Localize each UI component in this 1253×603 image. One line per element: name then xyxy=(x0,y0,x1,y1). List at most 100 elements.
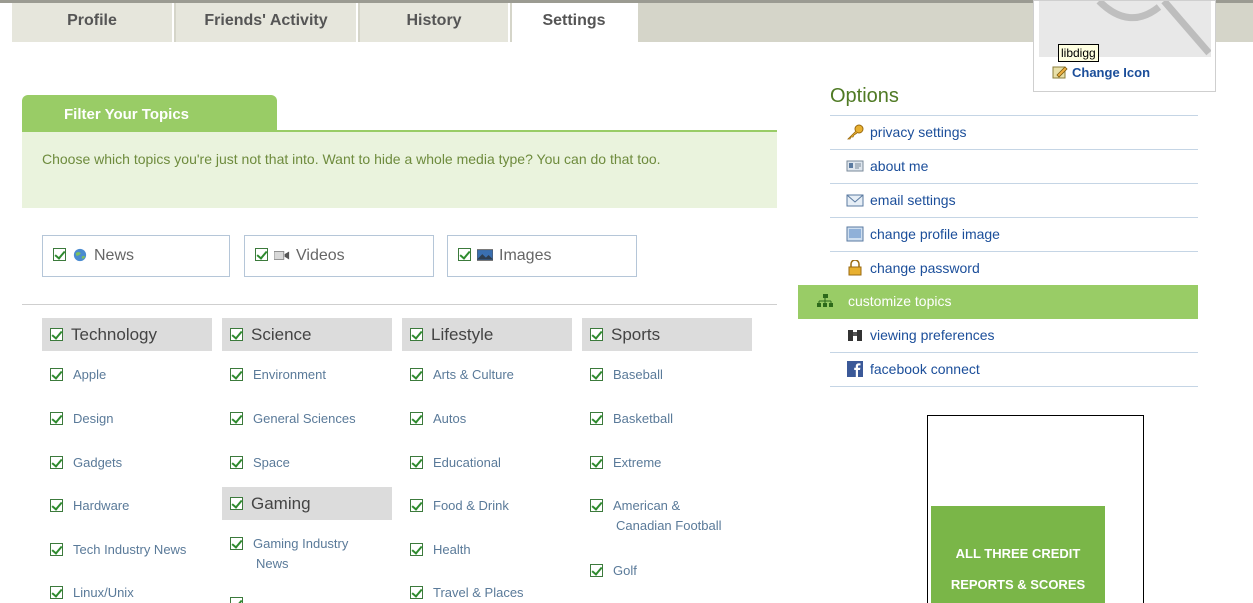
id-card-icon xyxy=(846,160,864,172)
topic-checkbox[interactable] xyxy=(50,499,63,512)
topic-checkbox[interactable] xyxy=(50,586,63,599)
tab-friends-activity[interactable]: Friends' Activity xyxy=(176,3,358,42)
gaming-checkbox[interactable] xyxy=(230,497,243,510)
topic-extreme[interactable]: Extreme xyxy=(590,453,661,473)
topic-checkbox[interactable] xyxy=(410,456,423,469)
option-label: facebook connect xyxy=(870,361,980,377)
topic-health[interactable]: Health xyxy=(410,540,471,560)
topic-partial[interactable] xyxy=(230,594,253,603)
media-type-news[interactable]: News xyxy=(42,235,230,277)
option-email-settings[interactable]: email settings xyxy=(830,183,1198,217)
topic-checkbox[interactable] xyxy=(590,412,603,425)
topic-checkbox[interactable] xyxy=(50,412,63,425)
topic-label: Linux/Unix xyxy=(73,585,134,600)
media-type-images[interactable]: Images xyxy=(447,235,637,277)
image-icon xyxy=(477,249,493,261)
images-checkbox[interactable] xyxy=(458,248,471,261)
tab-bar-left-gap xyxy=(0,3,12,42)
topic-food-drink[interactable]: Food & Drink xyxy=(410,496,509,516)
topic-checkbox[interactable] xyxy=(590,499,603,512)
topic-checkbox[interactable] xyxy=(230,597,243,603)
topic-checkbox[interactable] xyxy=(410,586,423,599)
topic-label: American & xyxy=(613,498,681,513)
topic-design[interactable]: Design xyxy=(50,409,113,429)
topic-gaming-industry-news[interactable]: Gaming Industry News xyxy=(230,534,348,574)
topic-arts-culture[interactable]: Arts & Culture xyxy=(410,365,514,385)
tab-settings[interactable]: Settings xyxy=(512,3,638,45)
topic-label: Tech Industry News xyxy=(73,542,187,557)
category-sports[interactable]: Sports xyxy=(582,318,752,351)
topic-autos[interactable]: Autos xyxy=(410,409,466,429)
pencil-icon xyxy=(1052,66,1068,79)
videos-checkbox[interactable] xyxy=(255,248,268,261)
topic-travel-places[interactable]: Travel & Places xyxy=(410,583,524,603)
technology-checkbox[interactable] xyxy=(50,328,63,341)
topic-checkbox[interactable] xyxy=(590,456,603,469)
topic-tech-industry-news[interactable]: Tech Industry News xyxy=(50,540,186,560)
topic-baseball[interactable]: Baseball xyxy=(590,365,663,385)
topic-gadgets[interactable]: Gadgets xyxy=(50,453,122,473)
topic-educational[interactable]: Educational xyxy=(410,453,501,473)
topic-checkbox[interactable] xyxy=(50,368,63,381)
option-label: about me xyxy=(870,158,929,174)
category-lifestyle[interactable]: Lifestyle xyxy=(402,318,572,351)
topic-american-canadian-football[interactable]: American & Canadian Football xyxy=(590,496,722,536)
topic-label: Food & Drink xyxy=(433,498,509,513)
topic-golf[interactable]: Golf xyxy=(590,561,637,581)
envelope-icon xyxy=(846,194,864,207)
science-checkbox[interactable] xyxy=(230,328,243,341)
ad-line-2: REPORTS & SCORES xyxy=(950,577,1086,592)
lifestyle-checkbox[interactable] xyxy=(410,328,423,341)
filter-topics-tab: Filter Your Topics xyxy=(22,95,277,132)
settings-page: Profile Friends' Activity History Settin… xyxy=(0,0,1253,603)
topic-label: Health xyxy=(433,542,471,557)
topic-general-sciences[interactable]: General Sciences xyxy=(230,409,356,429)
topic-space[interactable]: Space xyxy=(230,453,290,473)
topic-hardware[interactable]: Hardware xyxy=(50,496,129,516)
topic-apple[interactable]: Apple xyxy=(50,365,106,385)
sports-checkbox[interactable] xyxy=(590,328,603,341)
media-type-videos[interactable]: Videos xyxy=(244,235,434,277)
topic-checkbox[interactable] xyxy=(410,543,423,556)
topic-basketball[interactable]: Basketball xyxy=(590,409,673,429)
topic-checkbox[interactable] xyxy=(230,412,243,425)
topic-checkbox[interactable] xyxy=(590,368,603,381)
topic-checkbox[interactable] xyxy=(50,456,63,469)
topic-label: Travel & Places xyxy=(433,585,524,600)
tab-profile[interactable]: Profile xyxy=(12,3,174,42)
option-facebook-connect[interactable]: facebook connect xyxy=(830,352,1198,386)
option-viewing-preferences[interactable]: viewing preferences xyxy=(830,319,1198,353)
section-divider xyxy=(22,304,777,305)
topic-label: Autos xyxy=(433,411,467,426)
category-science[interactable]: Science xyxy=(222,318,392,351)
topic-checkbox[interactable] xyxy=(590,564,603,577)
topic-checkbox[interactable] xyxy=(230,456,243,469)
topic-checkbox[interactable] xyxy=(410,368,423,381)
option-change-profile-image[interactable]: change profile image xyxy=(830,217,1198,251)
topic-label-line2: Canadian Football xyxy=(616,518,722,533)
topic-label: Basketball xyxy=(613,411,673,426)
sports-label: Sports xyxy=(611,325,661,344)
topic-environment[interactable]: Environment xyxy=(230,365,326,385)
option-about-me[interactable]: about me xyxy=(830,149,1198,183)
lifestyle-label: Lifestyle xyxy=(431,325,494,344)
category-technology[interactable]: Technology xyxy=(42,318,212,351)
ad-line-1: ALL THREE CREDIT xyxy=(955,546,1081,561)
topic-checkbox[interactable] xyxy=(230,537,243,550)
topic-checkbox[interactable] xyxy=(50,543,63,556)
option-privacy-settings[interactable]: privacy settings xyxy=(830,115,1198,149)
options-title: Options xyxy=(830,85,899,107)
option-customize-topics[interactable]: customize topics xyxy=(798,285,1198,319)
topic-label: Apple xyxy=(73,367,107,382)
topic-checkbox[interactable] xyxy=(410,499,423,512)
topic-checkbox[interactable] xyxy=(410,412,423,425)
category-gaming[interactable]: Gaming xyxy=(222,487,392,520)
tab-history[interactable]: History xyxy=(360,3,510,42)
ad-credit-reports[interactable]: ALL THREE CREDIT REPORTS & SCORES xyxy=(931,506,1105,603)
topic-checkbox[interactable] xyxy=(230,368,243,381)
news-label: News xyxy=(94,247,135,264)
change-icon-link[interactable]: Change Icon xyxy=(1052,65,1150,80)
topic-linux-unix[interactable]: Linux/Unix xyxy=(50,583,134,603)
news-checkbox[interactable] xyxy=(53,248,66,261)
option-change-password[interactable]: change password xyxy=(830,251,1198,285)
